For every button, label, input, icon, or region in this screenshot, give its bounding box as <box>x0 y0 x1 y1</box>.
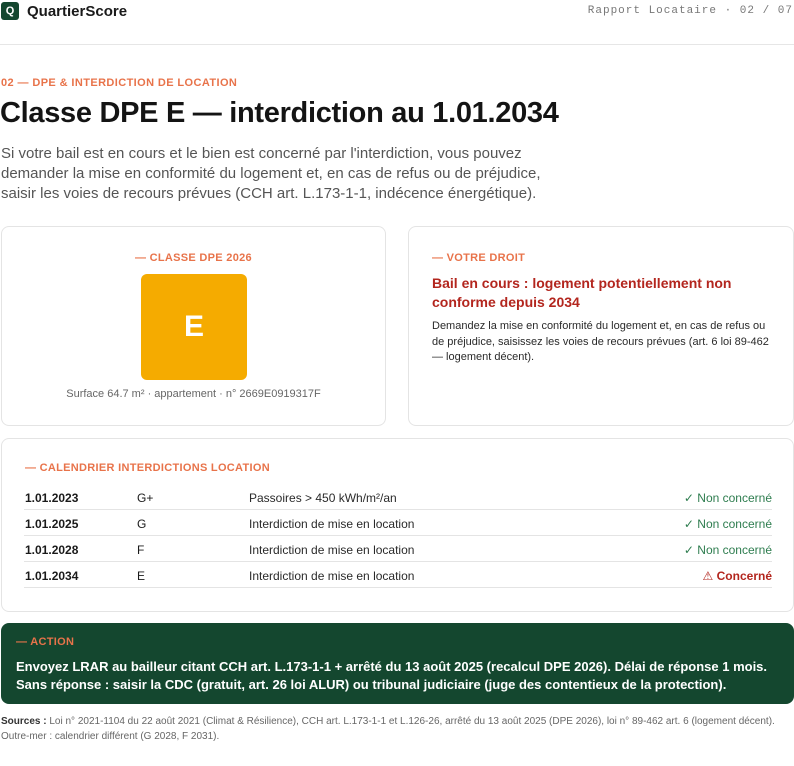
row-rule: Interdiction de mise en location <box>249 543 415 557</box>
section-eyebrow: 02 — DPE & INTERDICTION DE LOCATION <box>1 77 238 89</box>
action-body: Envoyez LRAR au bailleur citant CCH art.… <box>16 659 768 692</box>
row-date: 1.01.2023 <box>25 491 79 505</box>
row-status: ✓ Non concerné <box>683 543 772 557</box>
right-card-title: Bail en cours : logement potentiellement… <box>432 275 732 310</box>
brand-name: QuartierScore <box>27 3 128 20</box>
sources-text: Loi n° 2021-1104 du 22 août 2021 (Climat… <box>1 716 775 742</box>
row-class: E <box>137 569 146 583</box>
right-card-label: — VOTRE DROIT <box>432 252 526 264</box>
dpe-card-label: — CLASSE DPE 2026 <box>135 252 252 264</box>
table-row: 1.01.2028 F Interdiction de mise en loca… <box>24 536 772 562</box>
row-rule: Interdiction de mise en location <box>249 517 415 531</box>
top-bar: Q QuartierScore Rapport Locataire · 02 /… <box>0 0 794 45</box>
dpe-class-card: — CLASSE DPE 2026 E Surface 64.7 m² · ap… <box>1 226 386 426</box>
dpe-property-details: Surface 64.7 m² · appartement · n° 2669E… <box>66 388 321 400</box>
row-date: 1.01.2028 <box>25 543 79 557</box>
rental-ban-calendar-card: — CALENDRIER INTERDICTIONS LOCATION 1.01… <box>1 438 794 612</box>
row-date: 1.01.2034 <box>25 569 79 583</box>
section-lead: Si votre bail est en cours et le bien es… <box>1 145 541 202</box>
row-class: G+ <box>137 491 154 505</box>
sources-label: Sources : <box>1 716 47 727</box>
dpe-class-badge: E <box>141 274 247 380</box>
row-rule: Interdiction de mise en location <box>249 569 415 583</box>
row-rule: Passoires > 450 kWh/m²/an <box>249 491 397 505</box>
table-row: 1.01.2025 G Interdiction de mise en loca… <box>24 510 772 536</box>
calendar-table: 1.01.2023 G+ Passoires > 450 kWh/m²/an ✓… <box>24 484 772 588</box>
row-status: ✓ Non concerné <box>683 491 772 505</box>
right-card-body: Demandez la mise en conformité du logeme… <box>432 320 769 363</box>
row-status: ✓ Non concerné <box>683 517 772 531</box>
page-title: Classe DPE E — interdiction au 1.01.2034 <box>0 97 559 129</box>
row-class: G <box>137 517 147 531</box>
table-row: 1.01.2023 G+ Passoires > 450 kWh/m²/an ✓… <box>24 484 772 510</box>
table-row: 1.01.2034 E Interdiction de mise en loca… <box>24 562 772 588</box>
action-panel: — ACTION Envoyez LRAR au bailleur citant… <box>1 623 794 704</box>
calendar-label: — CALENDRIER INTERDICTIONS LOCATION <box>25 462 270 474</box>
action-label: — ACTION <box>16 636 75 648</box>
row-class: F <box>137 543 145 557</box>
report-page-indicator: Rapport Locataire · 02 / 07 <box>587 5 793 17</box>
row-date: 1.01.2025 <box>25 517 79 531</box>
row-status-warning: ⚠ Concerné <box>702 569 772 583</box>
logo-icon: Q <box>1 2 19 20</box>
sources-note: Sources : Loi n° 2021-1104 du 22 août 20… <box>1 715 791 744</box>
tenant-right-card: — VOTRE DROIT Bail en cours : logement p… <box>408 226 794 426</box>
